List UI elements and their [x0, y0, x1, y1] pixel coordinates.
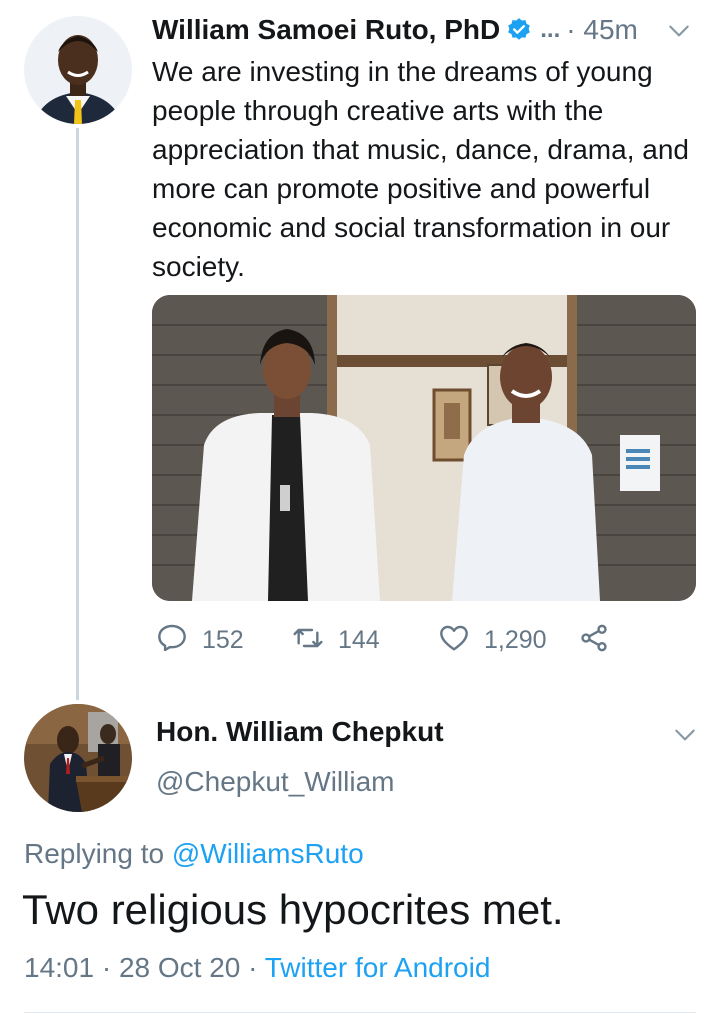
tweet2-body-text: Two religious hypocrites met. — [22, 886, 564, 933]
author-avatar-ruto[interactable] — [24, 16, 132, 124]
avatar-speaker-image — [24, 704, 132, 812]
tweet2-author-handle[interactable]: @Chepkut_William — [156, 766, 395, 798]
tweet1-author-name[interactable]: William Samoei Ruto, PhD — [152, 14, 500, 46]
retweet-button[interactable]: 144 — [292, 618, 380, 662]
reply-count: 152 — [202, 625, 244, 654]
tweet2-author-name[interactable]: Hon. William Chepkut — [156, 716, 444, 748]
replying-to-line: Replying to @WilliamsRuto — [24, 838, 364, 870]
chevron-down-icon[interactable] — [666, 18, 692, 44]
chevron-down-icon[interactable] — [672, 722, 698, 748]
retweet-icon — [292, 622, 324, 659]
heart-icon — [438, 622, 470, 659]
verified-badge-icon — [506, 17, 532, 43]
tweet2-timestamp[interactable]: 14:01 · 28 Oct 20 · — [24, 952, 257, 983]
like-button[interactable]: 1,290 — [438, 618, 547, 662]
name-truncation-ellipsis: ... — [540, 16, 561, 43]
tweet1-body-text: We are investing in the dreams of young … — [152, 56, 689, 282]
share-icon — [578, 622, 610, 659]
avatar-portrait-image — [24, 16, 132, 124]
reply-icon — [156, 622, 188, 659]
replying-to-label: Replying to — [24, 838, 165, 869]
tweet1-action-bar: 152 144 1,290 — [152, 618, 672, 662]
tweet1-media-photo[interactable] — [152, 295, 696, 601]
author-avatar-chepkut[interactable] — [24, 704, 132, 812]
thread-connector-line — [76, 128, 79, 700]
reply-button[interactable]: 152 — [156, 618, 244, 662]
divider — [24, 1012, 696, 1013]
tweet1-header: William Samoei Ruto, PhD ... · 45m — [152, 10, 700, 50]
share-button[interactable] — [578, 618, 610, 662]
retweet-count: 144 — [338, 625, 380, 654]
tweet2-meta-line: 14:01 · 28 Oct 20 · Twitter for Android — [24, 952, 490, 984]
photo-two-men-image — [152, 295, 696, 601]
like-count: 1,290 — [484, 625, 547, 654]
tweet2-source-link[interactable]: Twitter for Android — [265, 952, 491, 983]
replying-to-mention-link[interactable]: @WilliamsRuto — [172, 838, 364, 869]
tweet1-time-ago[interactable]: · 45m — [566, 14, 638, 46]
